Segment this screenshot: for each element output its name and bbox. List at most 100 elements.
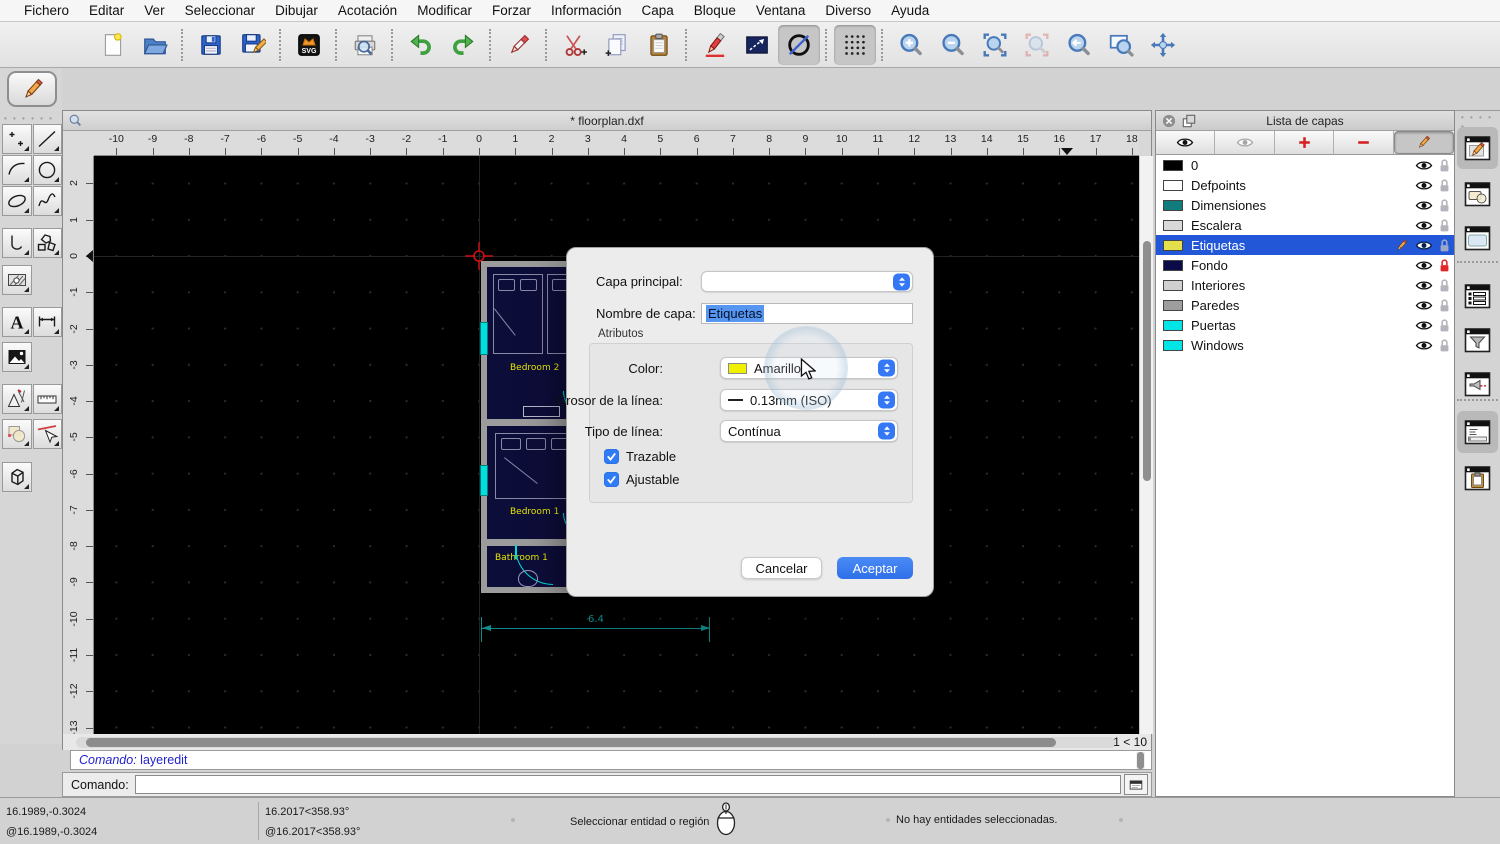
layer-row-dimensiones[interactable]: Dimensiones <box>1156 195 1454 215</box>
cut-button[interactable] <box>554 25 596 65</box>
keyboard-toggle-button[interactable] <box>1124 774 1148 795</box>
tool-dimensions-button[interactable] <box>33 307 63 337</box>
document-titlebar[interactable]: * floorplan.dxf <box>63 111 1151 131</box>
horizontal-scrollbar-track[interactable] <box>76 737 1116 748</box>
dock-titlebar[interactable]: Lista de capas <box>1156 111 1454 131</box>
stepper-icon[interactable] <box>893 273 910 290</box>
menu-diverso[interactable]: Diverso <box>815 0 881 22</box>
layer-lock-icon[interactable] <box>1439 158 1450 173</box>
tool-measure-button[interactable] <box>33 384 63 414</box>
pen-tool-button[interactable] <box>7 71 57 107</box>
tool-points-button[interactable] <box>2 124 32 154</box>
menu-ayuda[interactable]: Ayuda <box>881 0 939 22</box>
tool-hatch-button[interactable] <box>2 265 32 295</box>
dock-pen-toolbar-toggle[interactable] <box>1457 127 1498 169</box>
zoom-redraw-button[interactable] <box>1058 25 1100 65</box>
menu-fichero[interactable]: Fichero <box>14 0 79 22</box>
print-preview-button[interactable] <box>344 25 386 65</box>
menu-capa[interactable]: Capa <box>632 0 684 22</box>
layer-lock-icon[interactable] <box>1439 198 1450 213</box>
layer-row-etiquetas[interactable]: Etiquetas <box>1156 235 1454 255</box>
accept-button[interactable]: Aceptar <box>837 557 913 579</box>
dock-preview-toggle[interactable] <box>1457 217 1498 259</box>
tool-polygons-button[interactable] <box>33 228 63 258</box>
dock-close-icon[interactable] <box>1162 114 1176 128</box>
layer-lock-icon[interactable] <box>1439 258 1450 273</box>
open-file-button[interactable] <box>134 25 176 65</box>
command-input[interactable] <box>135 775 1121 794</box>
tool-splines-button[interactable] <box>33 186 63 216</box>
parent-layer-combo[interactable] <box>701 271 913 292</box>
layer-lock-icon[interactable] <box>1439 318 1450 333</box>
undo-button[interactable] <box>400 25 442 65</box>
dock-command-toggle[interactable] <box>1457 411 1498 453</box>
vertical-scrollbar[interactable] <box>1139 156 1153 734</box>
line-width-combo[interactable]: 0.13mm (ISO) <box>720 389 898 411</box>
layer-name-field[interactable]: Etiquetas <box>701 303 913 324</box>
dock-clipboard-toggle[interactable] <box>1457 457 1498 499</box>
tool-arcs-button[interactable] <box>2 155 32 185</box>
menu-ventana[interactable]: Ventana <box>746 0 816 22</box>
layer-lock-icon[interactable] <box>1439 238 1450 253</box>
redo-button[interactable] <box>442 25 484 65</box>
zoom-in-button[interactable] <box>890 25 932 65</box>
remove-layer-button[interactable] <box>1334 131 1393 154</box>
tool-image-button[interactable] <box>2 342 32 372</box>
layer-lock-icon[interactable] <box>1439 218 1450 233</box>
layer-visibility-eye-icon[interactable] <box>1415 239 1433 252</box>
layer-row-paredes[interactable]: Paredes <box>1156 295 1454 315</box>
menu-bloque[interactable]: Bloque <box>684 0 746 22</box>
menu-acotacion[interactable]: Acotación <box>328 0 407 22</box>
pen-attributes-button[interactable] <box>694 25 736 65</box>
menu-editar[interactable]: Editar <box>79 0 134 22</box>
menu-informacion[interactable]: Información <box>541 0 632 22</box>
zoom-auto-button[interactable] <box>974 25 1016 65</box>
paste-button[interactable] <box>638 25 680 65</box>
zoom-pan-button[interactable] <box>1142 25 1184 65</box>
layer-visibility-eye-icon[interactable] <box>1415 319 1433 332</box>
tool-text-button[interactable]: A <box>2 307 32 337</box>
add-layer-button[interactable] <box>1275 131 1334 154</box>
menu-modificar[interactable]: Modificar <box>407 0 482 22</box>
layer-visibility-eye-icon[interactable] <box>1415 339 1433 352</box>
checkbox-checked-icon[interactable] <box>604 449 619 464</box>
layer-row-interiores[interactable]: Interiores <box>1156 275 1454 295</box>
dock-layer-list-toggle[interactable] <box>1457 275 1498 317</box>
cancel-button[interactable]: Cancelar <box>741 557 822 579</box>
save-as-button[interactable] <box>232 25 274 65</box>
layer-visibility-eye-icon[interactable] <box>1415 299 1433 312</box>
stepper-icon[interactable] <box>878 392 895 409</box>
layer-row-windows[interactable]: Windows <box>1156 335 1454 355</box>
horizontal-scrollbar-thumb[interactable] <box>86 738 1056 747</box>
hide-all-layers-button[interactable] <box>1215 131 1274 154</box>
draft-mode-button[interactable] <box>778 25 820 65</box>
layer-visibility-eye-icon[interactable] <box>1415 219 1433 232</box>
layer-visibility-eye-icon[interactable] <box>1415 159 1433 172</box>
line-type-combo[interactable]: Contínua <box>720 420 898 442</box>
command-history-scrollbar[interactable] <box>1136 752 1145 769</box>
stepper-icon[interactable] <box>878 423 895 440</box>
dock-filter-toggle[interactable] <box>1457 319 1498 361</box>
checkbox-checked-icon[interactable] <box>604 472 619 487</box>
layer-visibility-eye-icon[interactable] <box>1415 279 1433 292</box>
tool-solids-button[interactable] <box>2 462 32 492</box>
tool-select-button[interactable] <box>33 419 63 449</box>
trazable-checkbox-row[interactable]: Trazable <box>604 449 676 464</box>
entity-attributes-button[interactable] <box>736 25 778 65</box>
menu-dibujar[interactable]: Dibujar <box>265 0 328 22</box>
layer-visibility-eye-icon[interactable] <box>1415 179 1433 192</box>
layer-row-0[interactable]: 0 <box>1156 155 1454 175</box>
layer-row-defpoints[interactable]: Defpoints <box>1156 175 1454 195</box>
layer-row-puertas[interactable]: Puertas <box>1156 315 1454 335</box>
layer-row-escalera[interactable]: Escalera <box>1156 215 1454 235</box>
color-combo[interactable]: Amarillo <box>720 357 898 379</box>
tool-lines-button[interactable] <box>33 124 63 154</box>
layer-visibility-eye-icon[interactable] <box>1415 199 1433 212</box>
ajustable-checkbox-row[interactable]: Ajustable <box>604 472 679 487</box>
dock-blocks-toggle[interactable] <box>1457 173 1498 215</box>
layer-visibility-eye-icon[interactable] <box>1415 259 1433 272</box>
stepper-icon[interactable] <box>878 360 895 377</box>
new-document-button[interactable] <box>92 25 134 65</box>
horizontal-scrollbar[interactable]: 1 < 10 <box>63 734 1151 750</box>
save-button[interactable] <box>190 25 232 65</box>
